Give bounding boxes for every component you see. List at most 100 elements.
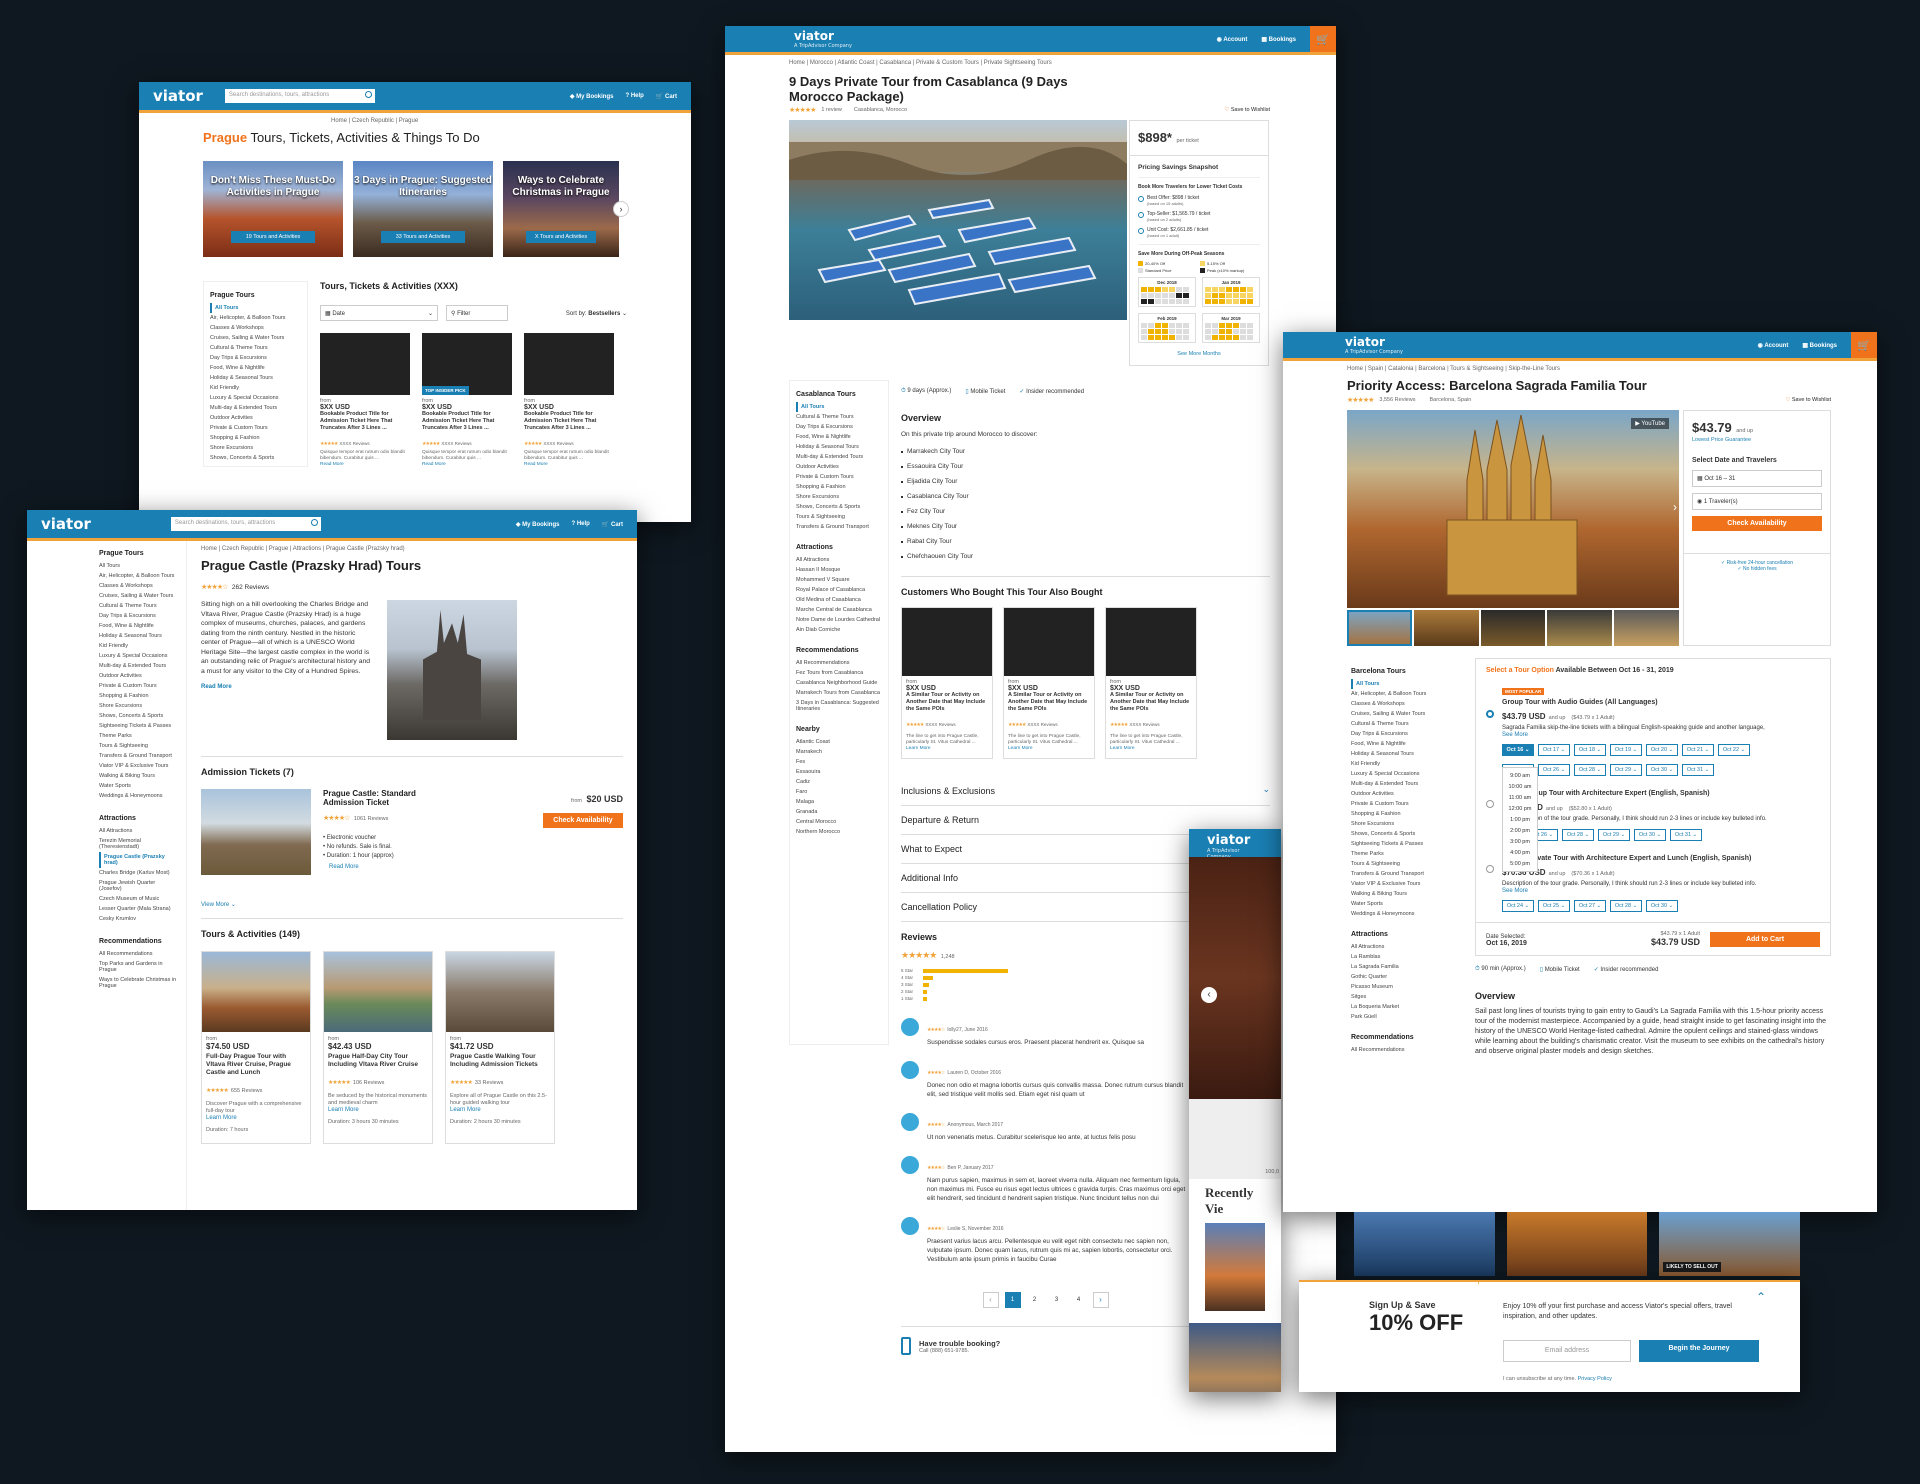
calendar-day[interactable] xyxy=(1155,335,1161,340)
sidebar-item[interactable]: Old Medina of Casablanca xyxy=(796,595,882,605)
filter-button[interactable]: ⚲ Filter xyxy=(446,305,508,321)
calendar-day[interactable] xyxy=(1148,287,1154,292)
sidebar-item[interactable]: Kid Friendly xyxy=(1351,759,1459,769)
calendar-day[interactable] xyxy=(1141,287,1147,292)
sidebar-item[interactable]: Faro xyxy=(796,787,882,797)
sidebar-item[interactable]: Picasso Museum xyxy=(1351,982,1459,992)
sidebar-item[interactable]: Outdoor Activities xyxy=(210,413,301,423)
calendar-day[interactable] xyxy=(1247,335,1253,340)
read-more-link[interactable]: Read More xyxy=(422,462,512,467)
calendar-day[interactable] xyxy=(1247,287,1253,292)
sidebar-item[interactable]: Day Trips & Excursions xyxy=(210,353,301,363)
recent-photo[interactable] xyxy=(1354,1212,1495,1276)
viator-logo[interactable]: viatorA TripAdvisor Company xyxy=(1207,833,1263,860)
breadcrumb[interactable]: Home | Morocco | Atlantic Coast | Casabl… xyxy=(789,60,1270,66)
calendar-day[interactable] xyxy=(1183,287,1189,292)
product-card[interactable]: from $XX USD Bookable Product Title for Ad… xyxy=(524,333,614,467)
lowest-price-link[interactable]: Lowest Price Guarantee xyxy=(1692,437,1822,443)
calendar-day[interactable] xyxy=(1219,335,1225,340)
sidebar-item[interactable]: All Attractions xyxy=(1351,942,1459,952)
date-chip[interactable]: Oct 29 ⌄ xyxy=(1598,829,1630,841)
sidebar-item[interactable]: Food, Wine & Nightlife xyxy=(1351,739,1459,749)
calendar-day[interactable] xyxy=(1219,323,1225,328)
calendar-day[interactable] xyxy=(1212,287,1218,292)
recent-photo[interactable] xyxy=(1506,1212,1648,1276)
date-chip[interactable]: Oct 29 ⌄ xyxy=(1610,764,1642,776)
sidebar-item[interactable]: Shows, Concerts & Sports xyxy=(99,711,178,721)
sidebar-item[interactable]: All Tours xyxy=(210,303,301,313)
sidebar-item[interactable]: Sitges xyxy=(1351,992,1459,1002)
sidebar-item[interactable]: La Boqueria Market xyxy=(1351,1002,1459,1012)
calendar-day[interactable] xyxy=(1162,323,1168,328)
calendar-day[interactable] xyxy=(1226,329,1232,334)
calendar-day[interactable] xyxy=(1219,299,1225,304)
calendar-day[interactable] xyxy=(1205,335,1211,340)
accordion-item[interactable]: Inclusions & Exclusions ⌄ xyxy=(901,777,1270,806)
calendar-day[interactable] xyxy=(1219,287,1225,292)
calendar-day[interactable] xyxy=(1169,287,1175,292)
sidebar-item[interactable]: Northern Morocco xyxy=(796,827,882,837)
sidebar-item[interactable]: All Recommendations xyxy=(1351,1045,1459,1055)
carousel-next-icon[interactable]: › xyxy=(1673,500,1677,514)
tour-name[interactable]: Prague Half-Day City Tour Including Vlta… xyxy=(328,1053,428,1069)
sidebar-item[interactable]: Weddings & Honeymoons xyxy=(99,791,178,801)
sidebar-item[interactable]: Shore Excursions xyxy=(210,443,301,453)
also-card[interactable]: from $XX USD A Similar Tour or Activity on… xyxy=(1003,607,1095,759)
date-chip[interactable]: Oct 20 ⌄ xyxy=(1646,744,1678,756)
date-chip[interactable]: Oct 24 ⌄ xyxy=(1502,900,1534,912)
viator-logo[interactable]: viator xyxy=(153,87,203,105)
calendar-day[interactable] xyxy=(1226,323,1232,328)
sidebar-item[interactable]: Cultural & Theme Tours xyxy=(99,601,178,611)
calendar-day[interactable] xyxy=(1155,287,1161,292)
begin-journey-button[interactable]: Begin the Journey xyxy=(1639,1340,1759,1362)
collapse-icon[interactable]: ⌃ xyxy=(1756,1290,1766,1304)
calendar-day[interactable] xyxy=(1155,293,1161,298)
calendar-day[interactable] xyxy=(1162,329,1168,334)
learn-more-link[interactable]: Learn More xyxy=(1008,746,1090,751)
date-chip[interactable]: Oct 18 ⌄ xyxy=(1574,744,1606,756)
calendar-day[interactable] xyxy=(1183,293,1189,298)
date-chip[interactable]: Oct 31 ⌄ xyxy=(1670,829,1702,841)
sidebar-item[interactable]: Shopping & Fashion xyxy=(210,433,301,443)
sidebar-item[interactable]: Cruises, Sailing & Water Tours xyxy=(210,333,301,343)
learn-more-link[interactable]: Learn More xyxy=(1110,746,1192,751)
sidebar-item[interactable]: 3 Days in Casablanca: Suggested Itinerar… xyxy=(796,698,882,714)
search-input[interactable]: Search destinations, tours, attractions xyxy=(170,517,321,531)
sidebar-item[interactable]: Casablanca Neighborhood Guide xyxy=(796,678,882,688)
sidebar-item[interactable]: Shopping & Fashion xyxy=(796,482,882,492)
time-option[interactable]: 3:00 pm xyxy=(1505,836,1535,847)
sidebar-item[interactable]: Tours & Sightseeing xyxy=(1351,859,1459,869)
calendar-day[interactable] xyxy=(1233,293,1239,298)
sidebar-item[interactable]: Transfers & Ground Transport xyxy=(796,522,882,532)
calendar-day[interactable] xyxy=(1169,329,1175,334)
calendar-day[interactable] xyxy=(1169,335,1175,340)
sidebar-item[interactable]: Multi-day & Extended Tours xyxy=(99,661,178,671)
calendar-day[interactable] xyxy=(1247,293,1253,298)
date-chip[interactable]: Oct 31 ⌄ xyxy=(1682,764,1714,776)
date-chip[interactable]: Oct 16 ⌄ xyxy=(1502,744,1534,756)
viator-logo[interactable]: viatorA TripAdvisor Company xyxy=(794,29,852,49)
sidebar-item[interactable]: Day Trips & Excursions xyxy=(99,611,178,621)
sidebar-item[interactable]: Fez Tours from Casablanca xyxy=(796,668,882,678)
tour-card[interactable]: from $74.50 USD Full-Day Prague Tour with … xyxy=(201,951,311,1144)
tour-name[interactable]: Full-Day Prague Tour with Vltava River C… xyxy=(206,1053,306,1077)
calendar-day[interactable] xyxy=(1148,323,1154,328)
sidebar-item[interactable]: Outdoor Activities xyxy=(796,462,882,472)
calendar-day[interactable] xyxy=(1141,335,1147,340)
sidebar-item[interactable]: Gothic Quarter xyxy=(1351,972,1459,982)
time-dropdown[interactable]: 9:00 am 10:00 am 11:00 am 12:00 pm 1:00 pm 2:… xyxy=(1502,767,1538,872)
calendar-day[interactable] xyxy=(1233,329,1239,334)
sidebar-item[interactable]: Sightseeing Tickets & Passes xyxy=(1351,839,1459,849)
calendar-day[interactable] xyxy=(1169,299,1175,304)
date-chip[interactable]: Oct 30 ⌄ xyxy=(1634,829,1666,841)
sidebar-item[interactable]: Classes & Workshops xyxy=(99,581,178,591)
sidebar-item[interactable]: Holiday & Seasonal Tours xyxy=(210,373,301,383)
page-number[interactable]: 3 xyxy=(1049,1292,1065,1308)
sidebar-item[interactable]: Malaga xyxy=(796,797,882,807)
sidebar-item[interactable]: Holiday & Seasonal Tours xyxy=(796,442,882,452)
tour-card[interactable]: from $41.72 USD Prague Castle Walking Tour… xyxy=(445,951,555,1144)
calendar-day[interactable] xyxy=(1226,335,1232,340)
cart-icon[interactable]: 🛒 xyxy=(1851,332,1877,359)
page-number[interactable]: 4 xyxy=(1071,1292,1087,1308)
product-title[interactable]: Bookable Product Title for Admission Tic… xyxy=(524,411,614,432)
